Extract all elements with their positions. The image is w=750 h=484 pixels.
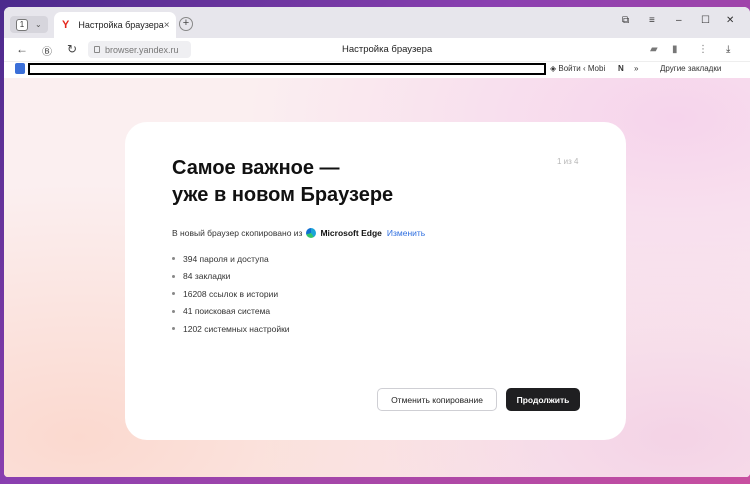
menu-icon[interactable]: ≡	[649, 15, 655, 26]
bookmark-item[interactable]: ◈ Войти ‹ Mobi	[550, 64, 605, 73]
list-item: 41 поисковая система	[172, 303, 290, 321]
list-item-text: 84 закладки	[183, 271, 231, 282]
tab-counter-button[interactable]: 1 ⌄	[10, 16, 48, 33]
card-heading: Самое важное — уже в новом Браузере	[172, 155, 472, 209]
bullet-icon	[172, 292, 175, 296]
edge-icon	[306, 228, 317, 238]
page-title: Настройка браузера	[342, 44, 433, 55]
bookmarks-bar: ◈ Войти ‹ Mobi N » Другие закладки	[4, 62, 750, 78]
list-item: 84 закладки	[172, 268, 290, 286]
tab-title: Настройка браузера	[78, 20, 164, 30]
download-icon[interactable]: ⤓	[726, 44, 730, 55]
reload-icon[interactable]: ↻	[67, 42, 77, 56]
tab-count: 1	[16, 18, 28, 31]
lock-icon	[94, 46, 100, 53]
yandex-icon: Y	[62, 19, 70, 31]
step-indicator: 1 из 4	[557, 157, 579, 166]
new-tab-button[interactable]: +	[179, 17, 193, 31]
url-field[interactable]: browser.yandex.ru	[88, 41, 191, 58]
list-item-text: 394 пароля и доступа	[183, 253, 269, 264]
bullet-icon	[172, 327, 175, 331]
maximize-icon[interactable]: ☐	[701, 15, 710, 26]
minimize-icon[interactable]: –	[676, 15, 682, 26]
diamond-icon: ◈	[550, 64, 557, 73]
cancel-copy-button[interactable]: Отменить копирование	[377, 388, 497, 411]
collections-icon[interactable]: ⧉	[622, 15, 629, 26]
tab-strip: 1 ⌄ Y Настройка браузера × + ⧉ ≡ – ☐ ✕	[4, 7, 750, 38]
browser-window: 1 ⌄ Y Настройка браузера × + ⧉ ≡ – ☐ ✕ ←…	[4, 7, 750, 477]
copied-items-list: 394 пароля и доступа 84 закладки 16208 с…	[172, 250, 290, 338]
heading-line-1: Самое важное —	[172, 157, 340, 179]
list-item: 16208 ссылок в истории	[172, 285, 290, 303]
setup-card: Самое важное — уже в новом Браузере 1 из…	[125, 122, 626, 440]
copied-from-line: В новый браузер скопировано из Microsoft…	[172, 228, 425, 238]
source-browser-name: Microsoft Edge	[320, 228, 382, 238]
bookmark-page-icon[interactable]	[15, 63, 25, 74]
bookmarks-more-button[interactable]: »	[634, 64, 638, 73]
bookmark-item-label: Войти ‹ Mobi	[558, 64, 606, 73]
bookmark-icon[interactable]: ▮	[672, 44, 678, 55]
redacted-bookmarks	[28, 63, 546, 75]
bullet-icon	[172, 274, 175, 278]
close-tab-icon[interactable]: ×	[164, 20, 170, 31]
change-source-link[interactable]: Изменить	[387, 228, 425, 238]
chevron-down-icon: ⌄	[35, 20, 42, 29]
bullet-icon	[172, 309, 175, 313]
bullet-icon	[172, 257, 175, 261]
close-window-icon[interactable]: ✕	[726, 15, 734, 26]
url-text: browser.yandex.ru	[105, 44, 179, 55]
list-item: 1202 системных настройки	[172, 320, 290, 338]
list-item-text: 16208 ссылок в истории	[183, 288, 279, 299]
more-icon[interactable]: ⋮	[698, 44, 708, 55]
copied-prefix: В новый браузер скопировано из	[172, 228, 303, 238]
list-item-text: 41 поисковая система	[183, 306, 271, 317]
notion-icon[interactable]: N	[618, 64, 624, 73]
list-item: 394 пароля и доступа	[172, 250, 290, 268]
page-content: Самое важное — уже в новом Браузере 1 из…	[4, 78, 750, 477]
other-bookmarks-button[interactable]: Другие закладки	[660, 64, 721, 73]
back-icon[interactable]: ←	[16, 42, 28, 56]
protect-icon[interactable]: Ⓑ	[42, 43, 52, 58]
address-bar: ← Ⓑ ↻ browser.yandex.ru Настройка браузе…	[4, 38, 750, 62]
continue-button[interactable]: Продолжить	[506, 388, 580, 411]
tab-active[interactable]: Y Настройка браузера ×	[54, 12, 176, 38]
list-item-text: 1202 системных настройки	[183, 323, 290, 334]
heading-line-2: уже в новом Браузере	[172, 184, 394, 206]
chat-icon[interactable]: ▰	[650, 44, 658, 55]
